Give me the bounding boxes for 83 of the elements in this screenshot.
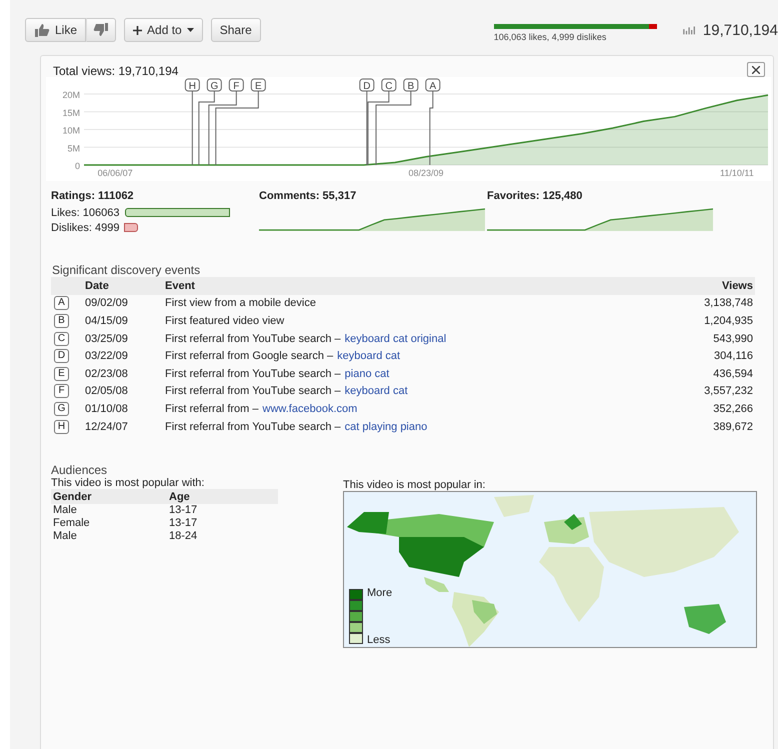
text: A (429, 81, 436, 92)
favorites-title: Favorites: 125,480 (487, 190, 584, 202)
section-title: Audiences (51, 463, 108, 478)
y-axis-label: 0 (74, 161, 80, 171)
search-link[interactable]: keyboard cat (337, 350, 400, 362)
event-date: 02/23/08 (85, 368, 128, 380)
event-description: First view from a mobile device (165, 297, 316, 310)
event-views: 3,138,748 (704, 297, 753, 310)
y-axis-label: 10M (62, 126, 80, 136)
table-cell: Female (53, 517, 90, 530)
chart-title: Total views: 19,710,194 (53, 64, 178, 78)
event-date: 12/24/07 (85, 420, 128, 433)
event-views: 304,116 (714, 350, 753, 362)
x-axis-label: 08/23/09 (408, 168, 444, 178)
dislikes-bar (124, 223, 138, 232)
table-cell: 13-17 (169, 517, 198, 530)
event-date: 03/25/09 (85, 332, 128, 345)
column-header: Views (722, 280, 753, 292)
event-marker-badge: B (54, 314, 69, 328)
search-link[interactable]: www.facebook.com (262, 402, 358, 415)
y-axis-label: 20M (62, 90, 80, 100)
event-marker-badge: G (54, 402, 69, 416)
y-axis-label: 5M (67, 143, 80, 154)
event-views: 389,672 (713, 420, 753, 433)
view-count: 19,710,194 (702, 22, 778, 38)
table-cell: 18-24 (169, 530, 198, 542)
share-button[interactable]: Share (210, 18, 261, 42)
table-cell: Male (53, 530, 77, 542)
close-button[interactable] (747, 62, 765, 77)
event-marker-badge: A (54, 296, 69, 310)
event-marker-badge: H (54, 420, 69, 434)
x-axis-label: 11/10/11 (720, 168, 754, 178)
event-description: First referral from YouTube search – (165, 332, 341, 345)
event-description: First referral from – (165, 402, 259, 415)
dislikes-label: Dislikes: 4999 (51, 222, 120, 234)
column-header: Age (169, 490, 190, 503)
close-icon (752, 66, 760, 74)
legend-label: More (367, 587, 392, 600)
event-views: 3,557,232 (704, 385, 753, 398)
section-title: Significant discovery events (52, 263, 202, 277)
event-description: First referral from YouTube search – (165, 420, 341, 433)
event-views: 1,204,935 (704, 314, 753, 327)
plus-icon (133, 26, 142, 34)
legend-scale-icon (349, 589, 363, 644)
column-header: Date (85, 280, 109, 292)
event-marker-badge: D (54, 349, 69, 364)
thumbs-up-icon (34, 23, 50, 37)
event-date: 03/22/09 (85, 350, 128, 362)
column-header: Event (165, 280, 195, 292)
event-views: 543,990 (713, 332, 753, 345)
table-cell: Male (53, 504, 77, 516)
search-link[interactable]: keyboard cat original (344, 332, 446, 345)
column-header: Gender (53, 490, 92, 503)
event-date: 02/05/08 (85, 385, 128, 398)
search-link[interactable]: keyboard cat (344, 385, 408, 398)
rating-summary: 106,063 likes, 4,999 dislikes (494, 32, 608, 42)
event-description: First referral from Google search – (165, 350, 334, 362)
event-marker-badge: F (54, 384, 69, 398)
x-axis-label: 06/06/07 (98, 168, 133, 178)
table-cell: 13-17 (169, 504, 198, 516)
event-description: First referral from YouTube search – (165, 368, 341, 380)
event-date: 01/10/08 (85, 402, 128, 415)
likes-label: Likes: 106063 (51, 206, 120, 218)
legend-label: Less (367, 634, 392, 646)
event-date: 09/02/09 (85, 297, 128, 310)
bar-chart-icon[interactable] (682, 25, 695, 35)
y-axis-label: 15M (62, 108, 80, 118)
event-views: 436,594 (713, 368, 753, 380)
event-views: 352,266 (713, 402, 753, 415)
search-link[interactable]: cat playing piano (344, 420, 428, 433)
event-marker-badge: C (54, 332, 69, 346)
event-description: First referral from YouTube search – (165, 385, 341, 398)
search-link[interactable]: piano cat (344, 368, 390, 380)
thumbs-down-icon (93, 23, 110, 37)
like-button[interactable]: Like (25, 18, 86, 42)
dislike-button[interactable] (86, 18, 116, 42)
event-marker-badge: E (54, 366, 69, 381)
caret-icon (186, 28, 194, 32)
add-to-button[interactable]: Add to (124, 18, 203, 42)
event-date: 04/15/09 (85, 314, 128, 327)
event-description: First featured video view (165, 314, 284, 327)
audience-subtitle: This video is most popular with: (51, 477, 206, 490)
map-title: This video is most popular in: (343, 479, 486, 492)
